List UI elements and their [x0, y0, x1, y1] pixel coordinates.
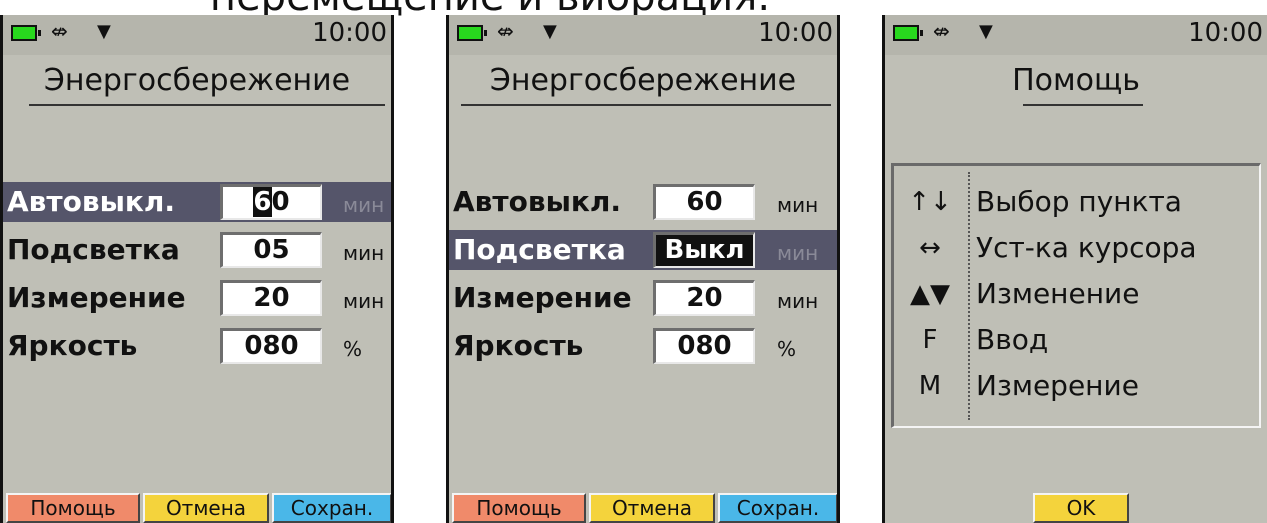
setting-label: Измерение: [453, 281, 632, 314]
help-item: M Измерение: [894, 364, 1259, 408]
title-underline: [29, 104, 385, 106]
unit-label: мин: [777, 241, 819, 265]
setting-row-brightness[interactable]: Яркость 080 %: [449, 326, 837, 366]
unit-label: %: [777, 337, 797, 361]
cancel-softkey[interactable]: Отмена: [143, 493, 269, 523]
value-rest: 0: [271, 187, 290, 217]
help-item-text: Измерение: [976, 369, 1139, 402]
setting-label: Автовыкл.: [453, 185, 622, 218]
status-bar: ⇎ ▼ 10:00: [3, 15, 391, 55]
help-item: ↔ Уст-ка курсора: [894, 226, 1259, 270]
save-softkey[interactable]: Сохран.: [272, 493, 391, 523]
ok-button[interactable]: OK: [1033, 493, 1129, 523]
backlight-value-field[interactable]: 05: [220, 232, 322, 268]
help-item: F Ввод: [894, 318, 1259, 362]
help-item-text: Ввод: [976, 323, 1049, 356]
setting-row-measurement[interactable]: Измерение 20 мин: [3, 278, 391, 318]
unit-label: мин: [777, 289, 819, 313]
setting-row-brightness[interactable]: Яркость 080 %: [3, 326, 391, 366]
autooff-value-field[interactable]: 60: [653, 184, 755, 220]
page-title: Помощь: [1012, 63, 1140, 98]
setting-label: Подсветка: [453, 233, 626, 266]
unit-label: мин: [343, 241, 385, 265]
brightness-value-field[interactable]: 080: [220, 328, 322, 364]
setting-row-backlight[interactable]: Подсветка 05 мин: [3, 230, 391, 270]
help-item-text: Уст-ка курсора: [976, 231, 1197, 264]
leftright-arrows-icon: ↔: [919, 233, 941, 263]
setting-label: Подсветка: [7, 233, 180, 266]
help-softkey[interactable]: Помощь: [452, 493, 586, 523]
updown-arrows-icon: ↑↓: [908, 187, 952, 217]
screen-power-saving-2: ⇎ ▼ 10:00 Энергосбережение Автовыкл. 60 …: [446, 15, 840, 523]
softkey-bar: Помощь Отмена Сохран.: [3, 490, 391, 523]
setting-label: Яркость: [453, 329, 584, 362]
signal-icon: ▼: [979, 21, 993, 42]
battery-icon: [11, 25, 41, 41]
unit-label: %: [343, 337, 363, 361]
title-underline: [1023, 104, 1143, 106]
page-title: Энергосбережение: [43, 63, 351, 98]
usb-icon: ⇎: [497, 19, 514, 43]
f-key-label: F: [922, 325, 938, 355]
signal-icon: ▼: [97, 21, 111, 42]
help-softkey[interactable]: Помощь: [6, 493, 140, 523]
backlight-value-field[interactable]: Выкл: [653, 232, 755, 268]
clock: 10:00: [312, 18, 387, 48]
softkey-bar: Помощь Отмена Сохран.: [449, 490, 837, 523]
screen-help: ⇎ ▼ 10:00 Помощь ↑↓ Выбор пункта ↔ Уст-к…: [882, 15, 1267, 523]
setting-label: Измерение: [7, 281, 186, 314]
setting-row-autooff[interactable]: Автовыкл. 60 мин: [449, 182, 837, 222]
unit-label: мин: [343, 289, 385, 313]
help-item: ↑↓ Выбор пункта: [894, 180, 1259, 224]
measurement-value-field[interactable]: 20: [653, 280, 755, 316]
help-item-text: Изменение: [976, 277, 1140, 310]
unit-label: мин: [343, 193, 385, 217]
setting-label: Яркость: [7, 329, 138, 362]
brightness-value-field[interactable]: 080: [653, 328, 755, 364]
screen-power-saving-1: ⇎ ▼ 10:00 Энергосбережение Автовыкл. 60 …: [0, 15, 394, 523]
measurement-value-field[interactable]: 20: [220, 280, 322, 316]
usb-icon: ⇎: [933, 19, 950, 43]
autooff-value-field[interactable]: 60: [220, 184, 322, 220]
setting-row-autooff[interactable]: Автовыкл. 60 мин: [3, 182, 391, 222]
help-item-text: Выбор пункта: [976, 185, 1182, 218]
status-bar: ⇎ ▼ 10:00: [885, 15, 1267, 55]
page-title: Энергосбережение: [489, 63, 797, 98]
battery-icon: [457, 25, 487, 41]
triangle-arrows-icon: ▲▼: [910, 279, 950, 309]
m-key-label: M: [918, 371, 942, 401]
status-bar: ⇎ ▼ 10:00: [449, 15, 837, 55]
help-item: ▲▼ Изменение: [894, 272, 1259, 316]
signal-icon: ▼: [543, 21, 557, 42]
setting-label: Автовыкл.: [7, 185, 176, 218]
title-underline: [461, 104, 831, 106]
clock: 10:00: [1188, 18, 1263, 48]
cancel-softkey[interactable]: Отмена: [589, 493, 715, 523]
clock: 10:00: [758, 18, 833, 48]
save-softkey[interactable]: Сохран.: [718, 493, 837, 523]
battery-icon: [893, 25, 923, 41]
usb-icon: ⇎: [51, 19, 68, 43]
help-panel: ↑↓ Выбор пункта ↔ Уст-ка курсора ▲▼ Изме…: [891, 163, 1261, 428]
setting-row-measurement[interactable]: Измерение 20 мин: [449, 278, 837, 318]
edit-cursor: 6: [253, 187, 272, 217]
setting-row-backlight[interactable]: Подсветка Выкл мин: [449, 230, 837, 270]
unit-label: мин: [777, 193, 819, 217]
